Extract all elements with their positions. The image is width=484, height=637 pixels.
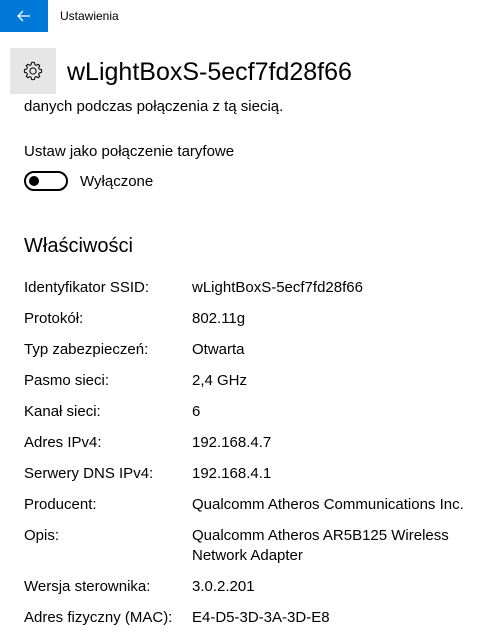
property-label: Typ zabezpieczeń: xyxy=(24,341,149,358)
gear-icon xyxy=(23,61,43,81)
property-label: Serwery DNS IPv4: xyxy=(24,465,154,482)
toggle-knob xyxy=(29,176,39,186)
arrow-left-icon xyxy=(17,10,30,22)
properties-heading: Właściwości xyxy=(24,235,133,257)
property-value: Qualcomm Atheros AR5B125 Wireless Networ… xyxy=(192,527,449,564)
property-label: Identyfikator SSID: xyxy=(24,279,150,296)
metered-connection-toggle[interactable] xyxy=(24,171,68,191)
page-title: wLightBoxS-5ecf7fd28f66 xyxy=(67,58,352,86)
property-value: 802.11g xyxy=(192,310,246,327)
gear-icon-tile xyxy=(10,48,56,94)
property-label: Opis: xyxy=(24,527,60,544)
property-value: E4-D5-3D-3A-3D-E8 xyxy=(192,609,330,626)
property-label: Adres IPv4: xyxy=(24,434,102,451)
window-title: Ustawienia xyxy=(60,9,119,23)
page-header: wLightBoxS-5ecf7fd28f66 xyxy=(0,46,484,98)
toggle-state-label: Wyłączone xyxy=(80,173,154,190)
property-value: 2,4 GHz xyxy=(192,372,248,389)
metered-connection-label: Ustaw jako połączenie taryfowe xyxy=(24,143,235,160)
title-bar: Ustawienia xyxy=(0,0,484,32)
property-label: Protokół: xyxy=(24,310,84,327)
description-text: danych podczas połączenia z tą siecią. xyxy=(24,98,284,115)
property-value: 192.168.4.7 xyxy=(192,434,272,451)
property-value: Qualcomm Atheros Communications Inc. xyxy=(192,496,464,513)
property-label: Adres fizyczny (MAC): xyxy=(24,609,173,626)
property-label: Kanał sieci: xyxy=(24,403,101,420)
property-value: wLightBoxS-5ecf7fd28f66 xyxy=(192,279,363,296)
property-value: 192.168.4.1 xyxy=(192,465,272,482)
back-button[interactable] xyxy=(0,0,48,32)
property-label: Producent: xyxy=(24,496,97,513)
property-label: Wersja sterownika: xyxy=(24,578,151,595)
property-value: 6 xyxy=(192,403,201,420)
property-label: Pasmo sieci: xyxy=(24,372,110,389)
property-value: 3.0.2.201 xyxy=(192,578,255,595)
property-value: Otwarta xyxy=(192,341,245,358)
